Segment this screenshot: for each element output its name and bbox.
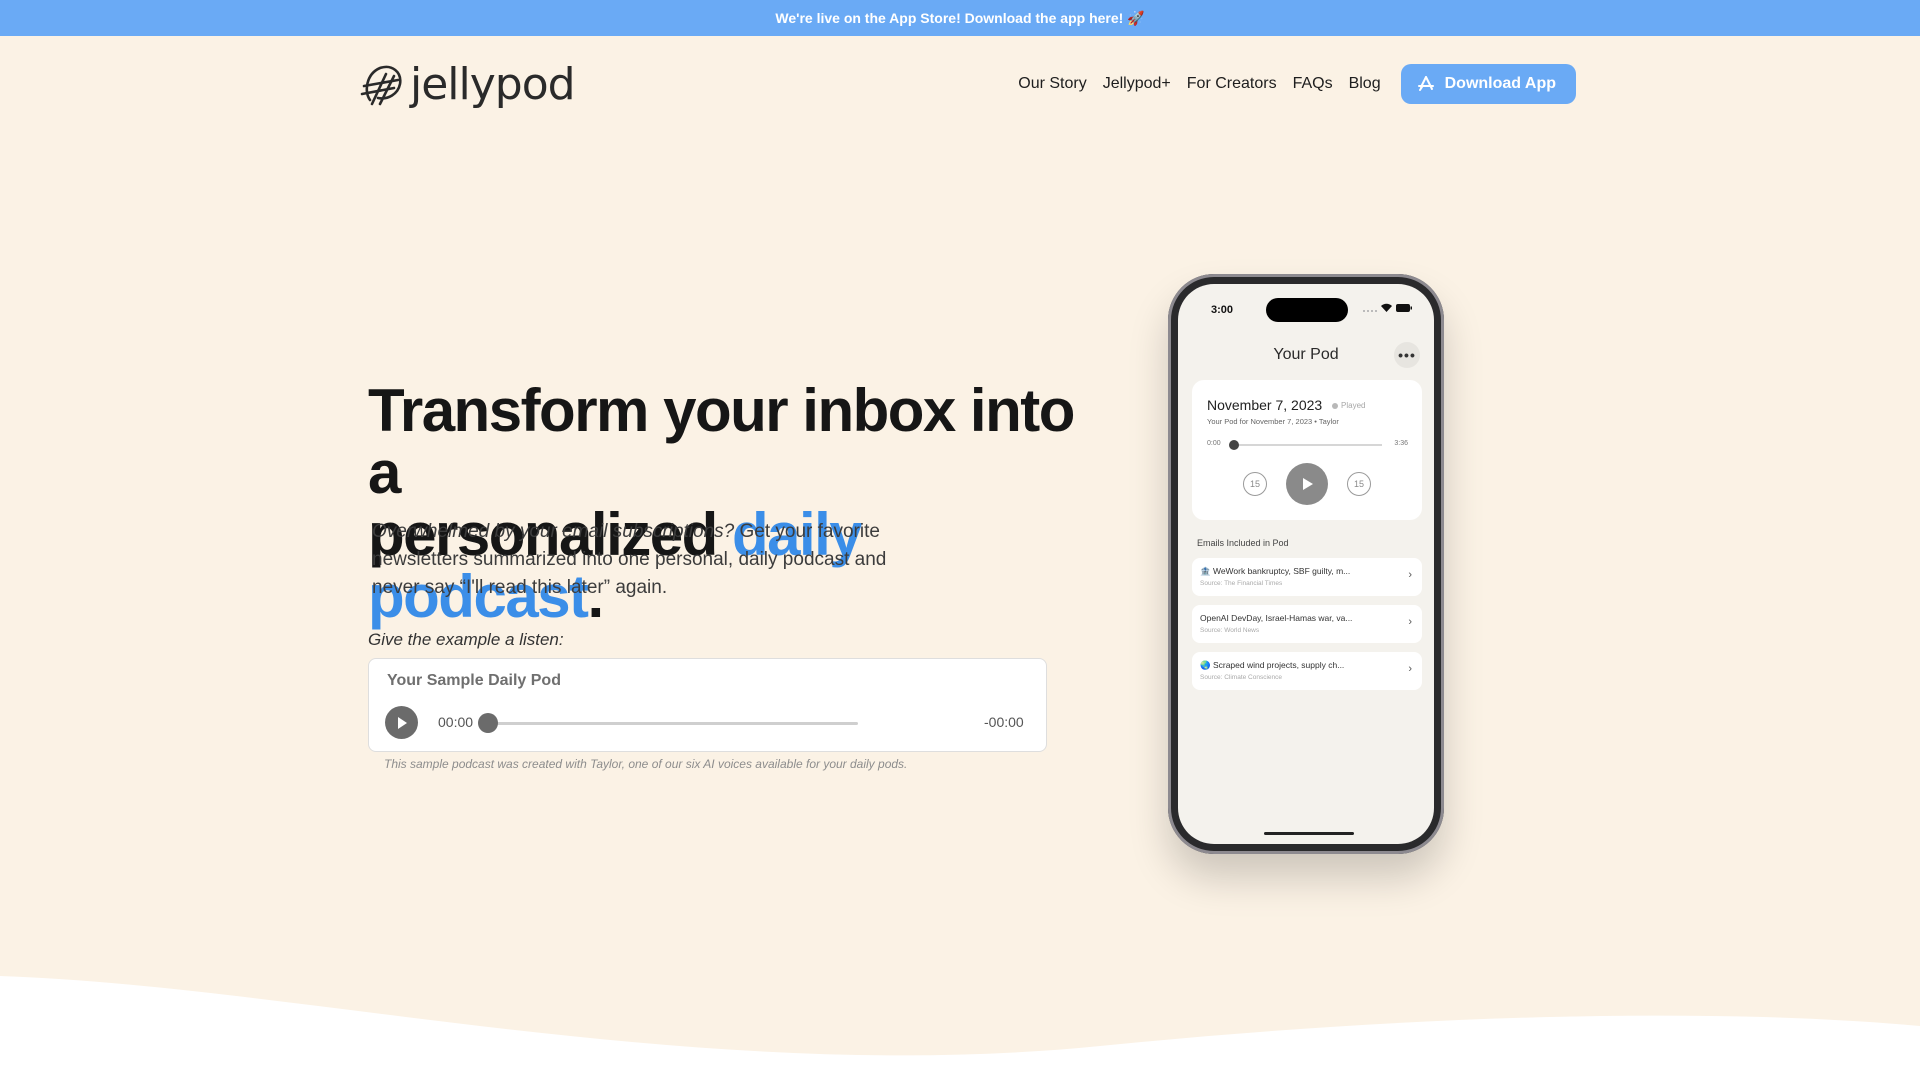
sample-audio-player: Your Sample Daily Pod 00:00 -00:00	[368, 658, 1047, 752]
emails-section-label: Emails Included in Pod	[1197, 538, 1289, 548]
email-title: OpenAI DevDay, Israel-Hamas war, va...	[1200, 613, 1353, 623]
chevron-right-icon: ›	[1408, 569, 1412, 581]
main-nav: Our Story Jellypod+ For Creators FAQs Bl…	[1018, 64, 1576, 104]
nav-for-creators[interactable]: For Creators	[1187, 75, 1277, 93]
skip-forward-label: 15	[1353, 479, 1364, 489]
home-indicator	[1264, 832, 1354, 835]
player-progress-track[interactable]	[489, 722, 858, 725]
signal-icon	[1363, 309, 1377, 312]
nav-jellypod-plus[interactable]: Jellypod+	[1103, 75, 1171, 93]
status-icons	[1363, 303, 1412, 312]
skip-back-label: 15	[1249, 479, 1260, 489]
nav-our-story[interactable]: Our Story	[1018, 75, 1086, 93]
battery-icon	[1396, 303, 1412, 312]
dynamic-island	[1266, 298, 1348, 322]
episode-play-button[interactable]	[1286, 463, 1328, 505]
episode-date: November 7, 2023	[1207, 397, 1323, 413]
wave-divider	[0, 976, 1920, 1080]
played-dot-icon	[1332, 402, 1338, 409]
episode-progress-knob[interactable]	[1229, 440, 1239, 450]
announcement-banner[interactable]: We're live on the App Store! Download th…	[0, 0, 1920, 36]
chevron-right-icon: ›	[1408, 663, 1412, 675]
email-item[interactable]: OpenAI DevDay, Israel-Hamas war, va... S…	[1192, 605, 1422, 643]
player-caption: This sample podcast was created with Tay…	[384, 757, 908, 771]
played-label: Played	[1341, 401, 1366, 410]
more-options-button[interactable]: •••	[1394, 342, 1420, 368]
episode-end-time: 3:36	[1394, 440, 1408, 447]
email-title: 🏦 WeWork bankruptcy, SBF guilty, m...	[1200, 566, 1351, 576]
chevron-right-icon: ›	[1408, 616, 1412, 628]
episode-start-time: 0:00	[1207, 440, 1221, 447]
played-badge: Played	[1332, 401, 1365, 410]
subtext-italic: Overwhelmed by your email subscriptions?	[372, 521, 735, 542]
listen-label: Give the example a listen:	[368, 630, 564, 649]
nav-faqs[interactable]: FAQs	[1293, 75, 1333, 93]
wifi-icon	[1381, 303, 1392, 312]
email-source: Source: World News	[1200, 627, 1260, 634]
player-remaining-time: -00:00	[984, 714, 1024, 730]
email-title: 🌏 Scraped wind projects, supply ch...	[1200, 660, 1345, 670]
jellypod-logo-icon	[360, 65, 402, 106]
email-item[interactable]: 🌏 Scraped wind projects, supply ch... So…	[1192, 652, 1422, 690]
episode-subtitle: Your Pod for November 7, 2023 • Taylor	[1207, 417, 1339, 426]
episode-progress-track[interactable]	[1230, 444, 1382, 446]
player-title: Your Sample Daily Pod	[387, 672, 561, 689]
play-icon	[397, 716, 407, 729]
episode-card: November 7, 2023 Played Your Pod for Nov…	[1192, 380, 1422, 520]
player-current-time: 00:00	[438, 714, 474, 730]
email-source: Source: The Financial Times	[1200, 580, 1283, 587]
email-source: Source: Climate Conscience	[1200, 674, 1283, 681]
jellypod-logo[interactable]: jellypod	[358, 58, 576, 112]
status-time: 3:00	[1211, 304, 1234, 316]
skip-forward-button[interactable]: 15	[1347, 472, 1371, 496]
player-progress-knob[interactable]	[478, 713, 498, 733]
download-app-label: Download App	[1444, 75, 1556, 92]
nav-blog[interactable]: Blog	[1349, 75, 1381, 93]
episode-play-icon	[1303, 478, 1313, 490]
skip-back-button[interactable]: 15	[1243, 472, 1267, 496]
banner-text[interactable]: We're live on the App Store! Download th…	[775, 10, 1144, 27]
brand-name: jellypod	[410, 59, 576, 110]
phone-screen: 3:00 Your Pod ••• November 7, 2023 Playe…	[1178, 284, 1434, 844]
email-item[interactable]: 🏦 WeWork bankruptcy, SBF guilty, m... So…	[1192, 558, 1422, 596]
play-button[interactable]	[385, 706, 418, 739]
download-app-button[interactable]: Download App	[1400, 64, 1576, 104]
app-store-icon	[1417, 76, 1434, 91]
headline-line-1: Transform your inbox into a	[368, 377, 1075, 506]
phone-mockup: 3:00 Your Pod ••• November 7, 2023 Playe…	[1168, 274, 1444, 854]
hero-subtext: Overwhelmed by your email subscriptions?…	[372, 518, 932, 602]
